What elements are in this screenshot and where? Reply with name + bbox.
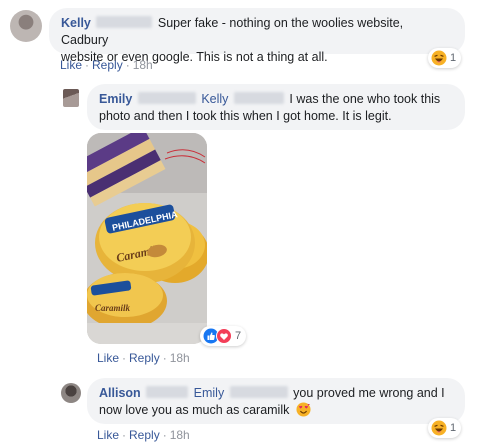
redacted-surname (96, 16, 153, 28)
comment-author[interactable]: Kelly (61, 16, 91, 30)
comment-text: photo and then I took this when I got ho… (99, 109, 392, 123)
comment-text: I was the one who took this (289, 92, 441, 106)
separator-dot: · (85, 58, 90, 72)
comment-bubble-emily: Emily Kelly I was the one who took this … (87, 84, 465, 130)
heart-eyes-face-icon (296, 402, 311, 417)
comment-actions: Like · Reply · 18h (97, 351, 190, 365)
avatar-kelly[interactable] (10, 10, 42, 42)
timestamp[interactable]: 18h (170, 351, 190, 365)
avatar-allison[interactable] (61, 383, 81, 403)
timestamp[interactable]: 18h (170, 428, 190, 442)
love-icon (216, 328, 232, 344)
photo-reaction-count[interactable]: 7 (200, 326, 247, 346)
comment-author[interactable]: Allison (99, 386, 141, 400)
reply-link[interactable]: Reply (129, 428, 160, 442)
avatar-emily[interactable] (63, 89, 79, 107)
like-link[interactable]: Like (60, 58, 82, 72)
svg-text:Caramilk: Caramilk (95, 303, 131, 313)
comment-text: you proved me wrong and I (293, 386, 445, 400)
comment-actions: Like · Reply · 18h (97, 428, 190, 442)
like-link[interactable]: Like (97, 428, 119, 442)
comment-bubble-allison: Allison Emily you proved me wrong and I … (87, 378, 465, 424)
like-link[interactable]: Like (97, 351, 119, 365)
comment-bubble-kelly: Kelly Super fake - nothing on the woolie… (49, 8, 465, 64)
redacted-surname (233, 92, 284, 104)
haha-emoji-icon (431, 50, 447, 66)
separator-dot: · (125, 58, 130, 72)
separator-dot: · (162, 428, 167, 442)
mention-emily[interactable]: Emily (194, 386, 225, 400)
redacted-surname (137, 92, 196, 104)
comment-actions: Like · Reply · 18h (60, 58, 153, 72)
redacted-surname (146, 386, 189, 398)
photo-philadelphia-caramilk: PHILADELPHIA Caramilk Caramilk (87, 133, 207, 344)
separator-dot: · (122, 351, 127, 365)
reaction-count: 7 (235, 330, 242, 342)
timestamp[interactable]: 18h (133, 58, 153, 72)
reaction-count: 1 (450, 422, 457, 434)
haha-emoji-icon (431, 420, 447, 436)
separator-dot: · (122, 428, 127, 442)
reply-link[interactable]: Reply (129, 351, 160, 365)
comment-reaction-count[interactable]: 1 (428, 48, 462, 68)
comment-photo[interactable]: PHILADELPHIA Caramilk Caramilk (87, 133, 207, 344)
reply-link[interactable]: Reply (92, 58, 123, 72)
comment-reaction-count[interactable]: 1 (428, 418, 462, 438)
comment-text: now love you as much as caramilk (99, 403, 290, 417)
redacted-surname (229, 386, 288, 398)
reaction-count: 1 (450, 52, 457, 64)
comment-author[interactable]: Emily (99, 92, 132, 106)
separator-dot: · (162, 351, 167, 365)
mention-kelly[interactable]: Kelly (201, 92, 228, 106)
